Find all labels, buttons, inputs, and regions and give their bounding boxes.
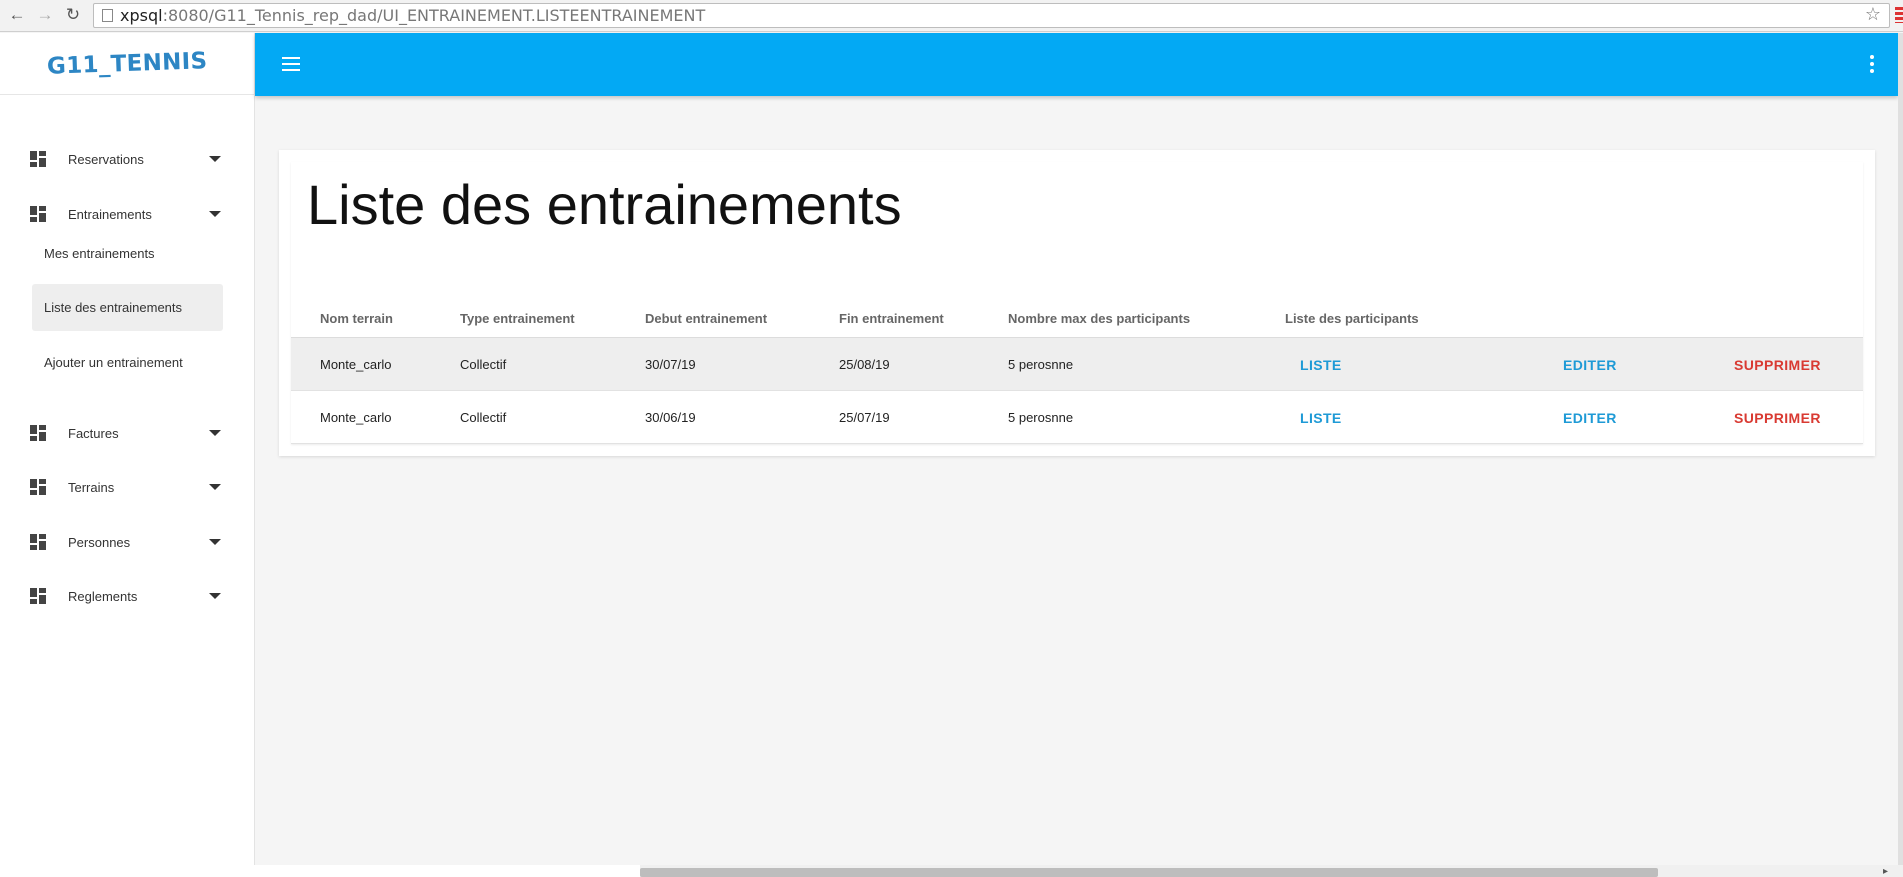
editer-button[interactable]: EDITER <box>1563 391 1617 444</box>
dashboard-icon <box>30 588 46 604</box>
max-participants-cell: 5 perosnne <box>1008 410 1074 425</box>
debut-cell: 30/06/19 <box>645 410 696 425</box>
col-nombre-max-header: Nombre max des participants <box>1008 311 1191 326</box>
editer-button[interactable]: EDITER <box>1563 338 1617 391</box>
col-debut-entrainement-header: Debut entrainement <box>645 311 768 326</box>
terrain-cell: Monte_carlo <box>320 357 392 372</box>
supprimer-button[interactable]: SUPPRIMER <box>1734 338 1821 391</box>
liste-button[interactable]: LISTE <box>1300 391 1342 444</box>
top-app-bar <box>255 33 1898 96</box>
page-title: Liste des entrainements <box>307 173 902 236</box>
fin-cell: 25/07/19 <box>839 410 890 425</box>
caret-down-icon[interactable] <box>209 593 221 599</box>
page-icon <box>102 9 113 22</box>
fin-cell: 25/08/19 <box>839 357 890 372</box>
dashboard-icon <box>30 534 46 550</box>
dashboard-icon <box>30 151 46 167</box>
hamburger-menu-icon[interactable] <box>282 57 300 71</box>
vertical-scrollbar[interactable] <box>1898 33 1903 865</box>
sidebar-group-personnes[interactable]: Personnes <box>0 520 255 564</box>
col-type-entrainement-header: Type entrainement <box>460 311 575 326</box>
table-row: Monte_carlo Collectif 30/07/19 25/08/19 5 pe… <box>291 338 1863 391</box>
table-row: Monte_carlo Collectif 30/06/19 25/07/19 5 pe… <box>291 391 1863 444</box>
row-divider <box>291 443 1863 444</box>
sidebar-item-mes-entrainements[interactable]: Mes entrainements <box>32 230 223 277</box>
sidebar-item-label: Ajouter un entrainement <box>44 355 183 370</box>
sidebar-group-reglements[interactable]: Reglements <box>0 574 255 618</box>
dashboard-icon <box>30 479 46 495</box>
sidebar-group-label: Factures <box>68 425 119 441</box>
caret-down-icon[interactable] <box>209 539 221 545</box>
sidebar-group-label: Terrains <box>68 479 115 495</box>
supprimer-button[interactable]: SUPPRIMER <box>1734 391 1821 444</box>
dashboard-icon <box>30 425 46 441</box>
horizontal-scrollbar-thumb[interactable] <box>640 868 1658 877</box>
scrollbar-left-area <box>0 865 640 877</box>
app-logo[interactable]: G11_TENNIS <box>0 33 254 95</box>
extension-icon[interactable] <box>1895 7 1903 23</box>
back-arrow-icon[interactable]: ← <box>6 4 28 26</box>
sidebar-group-label: Personnes <box>68 534 131 550</box>
table-card: Liste des entrainements Nom terrain Type … <box>291 162 1863 444</box>
address-bar[interactable]: xpsql:8080/G11_Tennis_rep_dad/UI_ENTRAIN… <box>93 3 1890 28</box>
url-path: :8080/G11_Tennis_rep_dad/UI_ENTRAINEMENT… <box>162 6 706 25</box>
sidebar-group-reservations[interactable]: Reservations <box>0 137 255 181</box>
debut-cell: 30/07/19 <box>645 357 696 372</box>
url-host: xpsql <box>120 6 163 25</box>
max-participants-cell: 5 perosnne <box>1008 357 1074 372</box>
type-cell: Collectif <box>460 357 507 372</box>
caret-down-icon[interactable] <box>209 156 221 162</box>
col-nom-terrain-header: Nom terrain <box>320 311 393 326</box>
liste-button[interactable]: LISTE <box>1300 338 1342 391</box>
sidebar-item-label: Liste des entrainements <box>44 300 183 315</box>
caret-down-icon[interactable] <box>209 430 221 436</box>
col-fin-entrainement-header: Fin entrainement <box>839 311 944 326</box>
caret-down-icon[interactable] <box>209 484 221 490</box>
browser-toolbar: ← → ↻ xpsql:8080/G11_Tennis_rep_dad/UI_E… <box>0 0 1903 32</box>
sidebar-group-label: Entrainements <box>68 206 152 222</box>
sidebar-group-factures[interactable]: Factures <box>0 411 255 455</box>
forward-arrow-icon[interactable]: → <box>34 4 56 26</box>
sidebar-group-terrains[interactable]: Terrains <box>0 465 255 509</box>
caret-down-icon[interactable] <box>209 211 221 217</box>
sidebar-group-label: Reservations <box>68 151 144 167</box>
type-cell: Collectif <box>460 410 507 425</box>
scroll-right-arrow-icon[interactable]: ▸ <box>1883 866 1888 877</box>
content-card: Liste des entrainements Nom terrain Type … <box>279 150 1875 456</box>
sidebar-item-liste-des-entrainements[interactable]: Liste des entrainements <box>32 284 223 331</box>
sidebar-item-label: Mes entrainements <box>44 246 155 261</box>
reload-icon[interactable]: ↻ <box>62 4 84 26</box>
dashboard-icon <box>30 206 46 222</box>
sidebar-group-label: Reglements <box>68 588 138 604</box>
logo-text: G11_TENNIS <box>46 47 208 80</box>
terrain-cell: Monte_carlo <box>320 410 392 425</box>
sidebar-item-ajouter-un-entrainement[interactable]: Ajouter un entrainement <box>32 339 223 386</box>
col-liste-participants-header: Liste des participants <box>1285 311 1419 326</box>
bookmark-star-icon[interactable]: ☆ <box>1865 4 1881 25</box>
more-vert-icon[interactable] <box>1870 55 1874 73</box>
